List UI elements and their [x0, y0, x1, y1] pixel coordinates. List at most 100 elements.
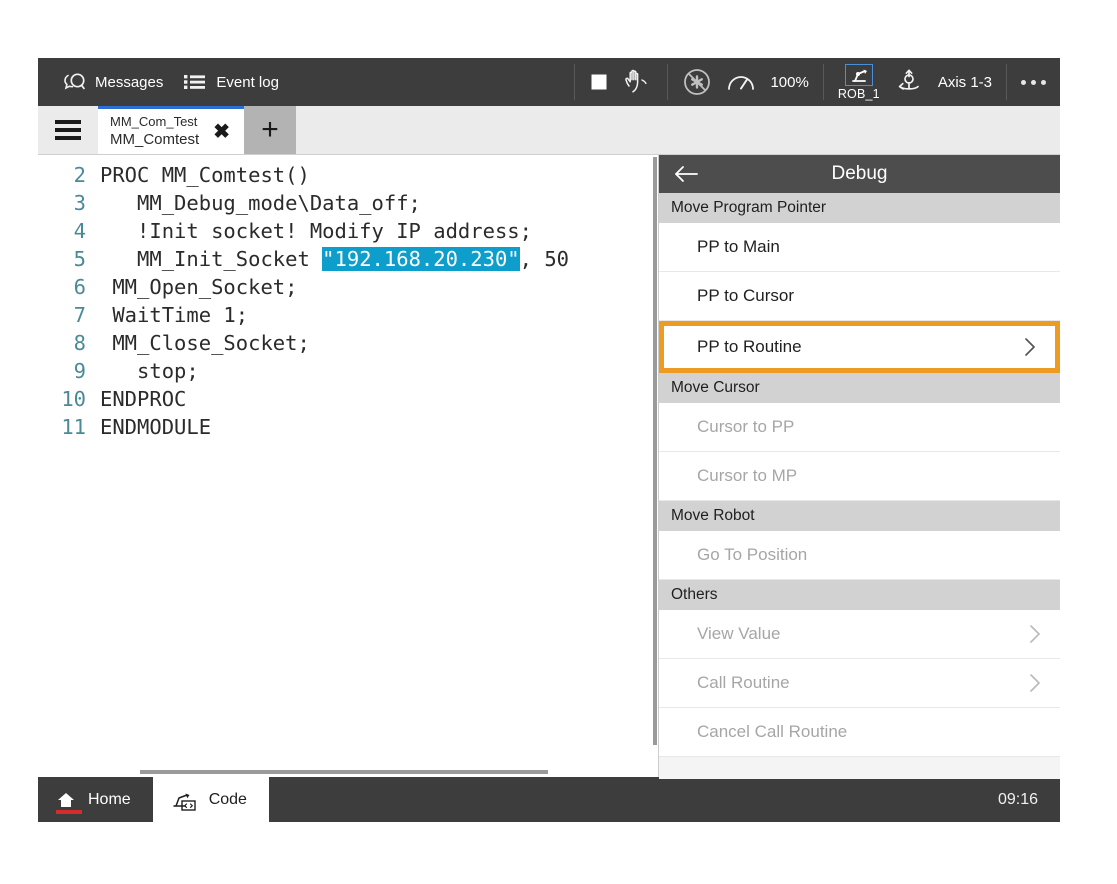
- code-line[interactable]: 9 stop;: [38, 357, 658, 385]
- teach-pendant-app: Messages Event log: [38, 58, 1060, 822]
- line-number: 7: [38, 301, 100, 329]
- code-line[interactable]: 8 MM_Close_Socket;: [38, 329, 658, 357]
- hand-jog-icon[interactable]: [623, 69, 653, 95]
- code-lines[interactable]: 2PROC MM_Comtest()3 MM_Debug_mode\Data_o…: [38, 155, 658, 441]
- line-text[interactable]: MM_Open_Socket;: [100, 273, 297, 301]
- taskbar-home-label: Home: [88, 791, 131, 809]
- close-icon[interactable]: ✖: [207, 122, 236, 142]
- line-text[interactable]: !Init socket! Modify IP address;: [100, 217, 532, 245]
- debug-section-header: Others: [659, 580, 1060, 610]
- line-number: 11: [38, 413, 100, 441]
- debug-panel-partial-item[interactable]: [659, 757, 1060, 779]
- taskbar: Home Code 09:16: [38, 777, 1060, 822]
- add-tab-button[interactable]: +: [244, 106, 296, 154]
- list-icon: [183, 72, 207, 92]
- line-text[interactable]: MM_Close_Socket;: [100, 329, 310, 357]
- tab-bar: MM_Com_Test MM_Comtest ✖ +: [38, 106, 1060, 155]
- line-text[interactable]: WaitTime 1;: [100, 301, 248, 329]
- debug-menu-item-label: PP to Main: [697, 237, 1042, 257]
- debug-panel-header: Debug: [659, 155, 1060, 193]
- speed-value: 100%: [770, 74, 808, 91]
- taskbar-code-label: Code: [209, 791, 247, 809]
- code-token: ENDPROC: [100, 387, 186, 411]
- debug-menu-item-cancel-call-routine: Cancel Call Routine: [659, 708, 1060, 757]
- chevron-right-icon: [1028, 672, 1042, 694]
- code-token: !Init socket! Modify IP address;: [100, 219, 532, 243]
- toolbar-overflow-button[interactable]: [1007, 58, 1060, 106]
- debug-menu-list: Move Program Pointer PP to Main PP to Curs…: [659, 193, 1060, 757]
- code-token: MM_Init_Socket: [100, 247, 322, 271]
- code-line[interactable]: 7 WaitTime 1;: [38, 301, 658, 329]
- taskbar-home-button[interactable]: Home: [38, 777, 153, 822]
- debug-menu-item-label: PP to Routine: [697, 337, 1023, 357]
- code-token: MM_Close_Socket;: [100, 331, 310, 355]
- line-number: 3: [38, 189, 100, 217]
- toolbar-left-group: Messages Event log: [38, 58, 574, 106]
- code-token: ENDMODULE: [100, 415, 211, 439]
- speech-bubble-icon: [64, 72, 86, 92]
- robot-arm-icon: [845, 64, 873, 86]
- line-number: 9: [38, 357, 100, 385]
- editor-tab-routine: MM_Comtest: [110, 130, 199, 149]
- axis-label: Axis 1-3: [938, 74, 992, 91]
- code-line[interactable]: 6 MM_Open_Socket;: [38, 273, 658, 301]
- taskbar-clock: 09:16: [998, 777, 1060, 822]
- messages-button[interactable]: Messages: [54, 58, 173, 106]
- debug-menu-item-pp-to-main[interactable]: PP to Main: [659, 223, 1060, 272]
- code-token: , 50: [520, 247, 569, 271]
- hamburger-menu-button[interactable]: [38, 106, 98, 154]
- more-dots-icon: [1021, 80, 1046, 85]
- axis-jog-icon[interactable]: [894, 69, 924, 95]
- robot-label: ROB_1: [838, 87, 880, 101]
- editor-vertical-scrollbar[interactable]: [653, 155, 658, 777]
- line-number: 4: [38, 217, 100, 245]
- code-editor[interactable]: 2PROC MM_Comtest()3 MM_Debug_mode\Data_o…: [38, 155, 659, 777]
- debug-section-header: Move Program Pointer: [659, 193, 1060, 223]
- stop-square-icon[interactable]: [589, 72, 609, 92]
- hamburger-menu-icon: [55, 120, 81, 140]
- taskbar-code-button[interactable]: Code: [153, 777, 269, 822]
- debug-menu-item-label: Cancel Call Routine: [697, 722, 1042, 742]
- code-token: WaitTime 1;: [100, 303, 248, 327]
- debug-menu-item-label: Call Routine: [697, 673, 1028, 693]
- line-text[interactable]: stop;: [100, 357, 199, 385]
- debug-menu-item-go-to-position: Go To Position: [659, 531, 1060, 580]
- code-line[interactable]: 11ENDMODULE: [38, 413, 658, 441]
- debug-menu-item-label: View Value: [697, 624, 1028, 644]
- chevron-right-icon: [1028, 623, 1042, 645]
- event-log-label: Event log: [216, 74, 279, 91]
- code-line[interactable]: 2PROC MM_Comtest(): [38, 161, 658, 189]
- code-token: PROC MM_Comtest(): [100, 163, 310, 187]
- debug-panel: Debug Move Program Pointer PP to Main PP t…: [659, 155, 1060, 777]
- line-text[interactable]: MM_Init_Socket "192.168.20.230", 50: [100, 245, 569, 273]
- selected-code-token: "192.168.20.230": [322, 247, 519, 271]
- debug-section-header: Move Robot: [659, 501, 1060, 531]
- debug-menu-item-pp-to-cursor[interactable]: PP to Cursor: [659, 272, 1060, 321]
- code-token: stop;: [100, 359, 199, 383]
- top-toolbar: Messages Event log: [38, 58, 1060, 106]
- debug-menu-item-call-routine: Call Routine: [659, 659, 1060, 708]
- code-line[interactable]: 3 MM_Debug_mode\Data_off;: [38, 189, 658, 217]
- motors-off-icon[interactable]: [682, 67, 712, 97]
- main-content: 2PROC MM_Comtest()3 MM_Debug_mode\Data_o…: [38, 155, 1060, 777]
- debug-menu-item-pp-to-routine[interactable]: PP to Routine: [659, 321, 1060, 373]
- line-text[interactable]: PROC MM_Comtest(): [100, 161, 310, 189]
- line-text[interactable]: MM_Debug_mode\Data_off;: [100, 189, 421, 217]
- editor-tab-module: MM_Com_Test: [110, 114, 199, 131]
- code-line[interactable]: 4 !Init socket! Modify IP address;: [38, 217, 658, 245]
- speed-gauge-icon[interactable]: [726, 70, 756, 94]
- editor-vertical-scroll-thumb[interactable]: [653, 157, 657, 745]
- debug-menu-item-label: Cursor to MP: [697, 466, 1042, 486]
- home-icon: [56, 791, 76, 809]
- editor-tab[interactable]: MM_Com_Test MM_Comtest ✖: [98, 106, 244, 154]
- toolbar-run-group: [575, 58, 667, 106]
- editor-horizontal-scrollbar[interactable]: [38, 769, 658, 775]
- line-text[interactable]: ENDMODULE: [100, 413, 211, 441]
- code-line[interactable]: 10ENDPROC: [38, 385, 658, 413]
- line-text[interactable]: ENDPROC: [100, 385, 186, 413]
- robot-selector-button[interactable]: ROB_1: [838, 64, 880, 101]
- code-line[interactable]: 5 MM_Init_Socket "192.168.20.230", 50: [38, 245, 658, 273]
- taskbar-spacer: [269, 777, 998, 822]
- editor-horizontal-scroll-thumb[interactable]: [140, 770, 548, 774]
- event-log-button[interactable]: Event log: [173, 58, 289, 106]
